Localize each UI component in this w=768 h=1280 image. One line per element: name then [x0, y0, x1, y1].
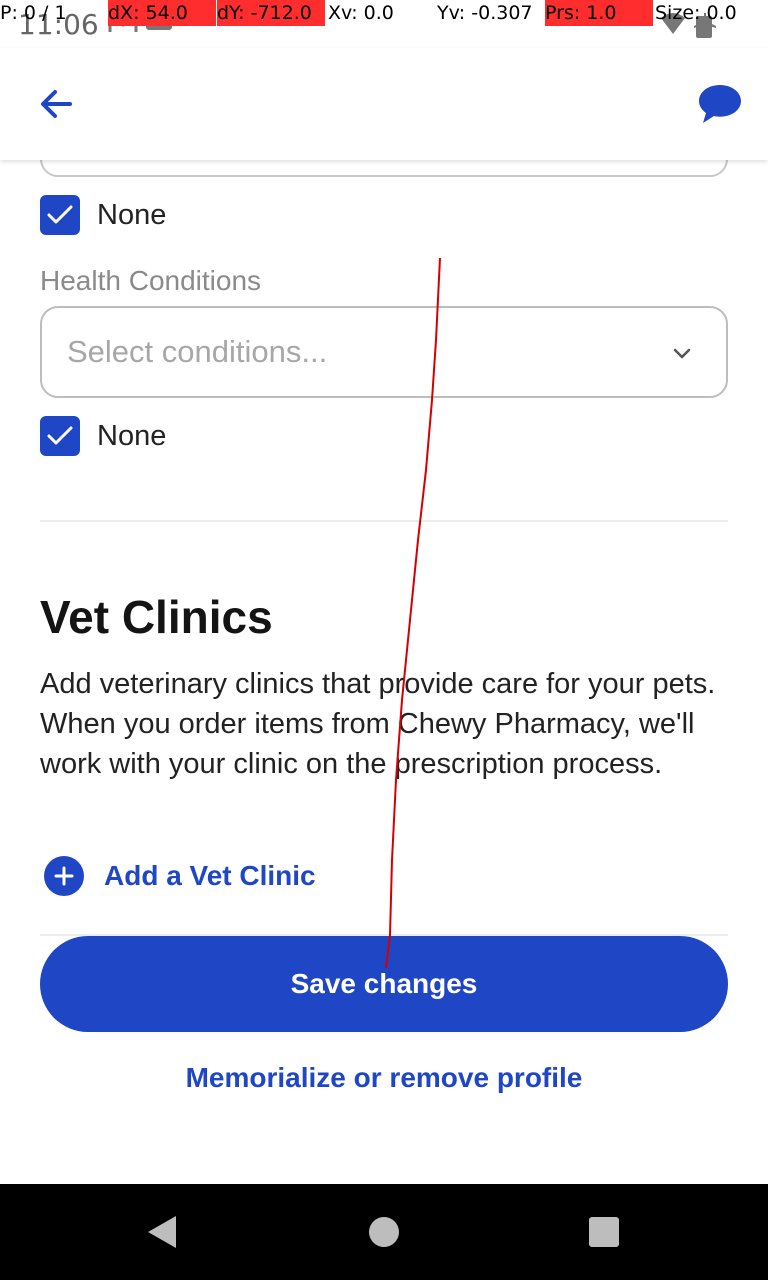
debug-dy: dY: -712.0: [217, 0, 325, 26]
section-divider: [40, 520, 728, 522]
checkbox-checked[interactable]: [40, 195, 80, 235]
save-changes-label: Save changes: [290, 968, 478, 999]
recents-square-icon[interactable]: [589, 1217, 619, 1247]
checkmark-icon: [47, 205, 73, 224]
add-vet-clinic-button[interactable]: Add a Vet Clinic: [44, 856, 316, 896]
add-vet-clinic-label: Add a Vet Clinic: [104, 860, 316, 891]
checkbox-checked[interactable]: [40, 416, 80, 456]
system-nav-bar: [0, 1184, 768, 1280]
debug-dx: dX: 54.0: [108, 0, 216, 26]
chevron-down-icon: [673, 348, 691, 359]
vet-clinics-title: Vet Clinics: [40, 591, 273, 643]
debug-xv: Xv: 0.0: [328, 2, 394, 24]
conditions-none-checkbox[interactable]: None: [40, 416, 166, 456]
plus-circle-icon: [44, 856, 84, 896]
chat-bubble-icon: [699, 85, 741, 123]
save-changes-button[interactable]: Save changes: [40, 936, 728, 1032]
app-header: [0, 48, 768, 160]
health-conditions-select[interactable]: Select conditions...: [40, 306, 728, 398]
memorialize-remove-link[interactable]: Memorialize or remove profile: [0, 1062, 768, 1094]
debug-yv: Yv: -0.307: [437, 2, 533, 24]
allergies-none-checkbox[interactable]: None: [40, 195, 166, 235]
select-placeholder: Select conditions...: [67, 334, 328, 369]
debug-pointer-count: P: 0 / 1: [0, 2, 67, 24]
home-circle-icon[interactable]: [369, 1217, 399, 1247]
health-conditions-label: Health Conditions: [40, 265, 262, 296]
debug-pressure: Prs: 1.0: [545, 0, 653, 26]
arrow-left-icon: [41, 90, 72, 118]
vet-clinics-description: Add veterinary clinics that provide care…: [40, 668, 716, 780]
checkbox-label: None: [97, 198, 167, 231]
back-button[interactable]: [36, 84, 76, 124]
back-triangle-icon[interactable]: [146, 1214, 178, 1250]
checkmark-icon: [47, 426, 73, 445]
debug-size: Size: 0.0: [655, 2, 737, 24]
checkbox-label: None: [97, 419, 167, 452]
chat-button[interactable]: [696, 82, 744, 126]
